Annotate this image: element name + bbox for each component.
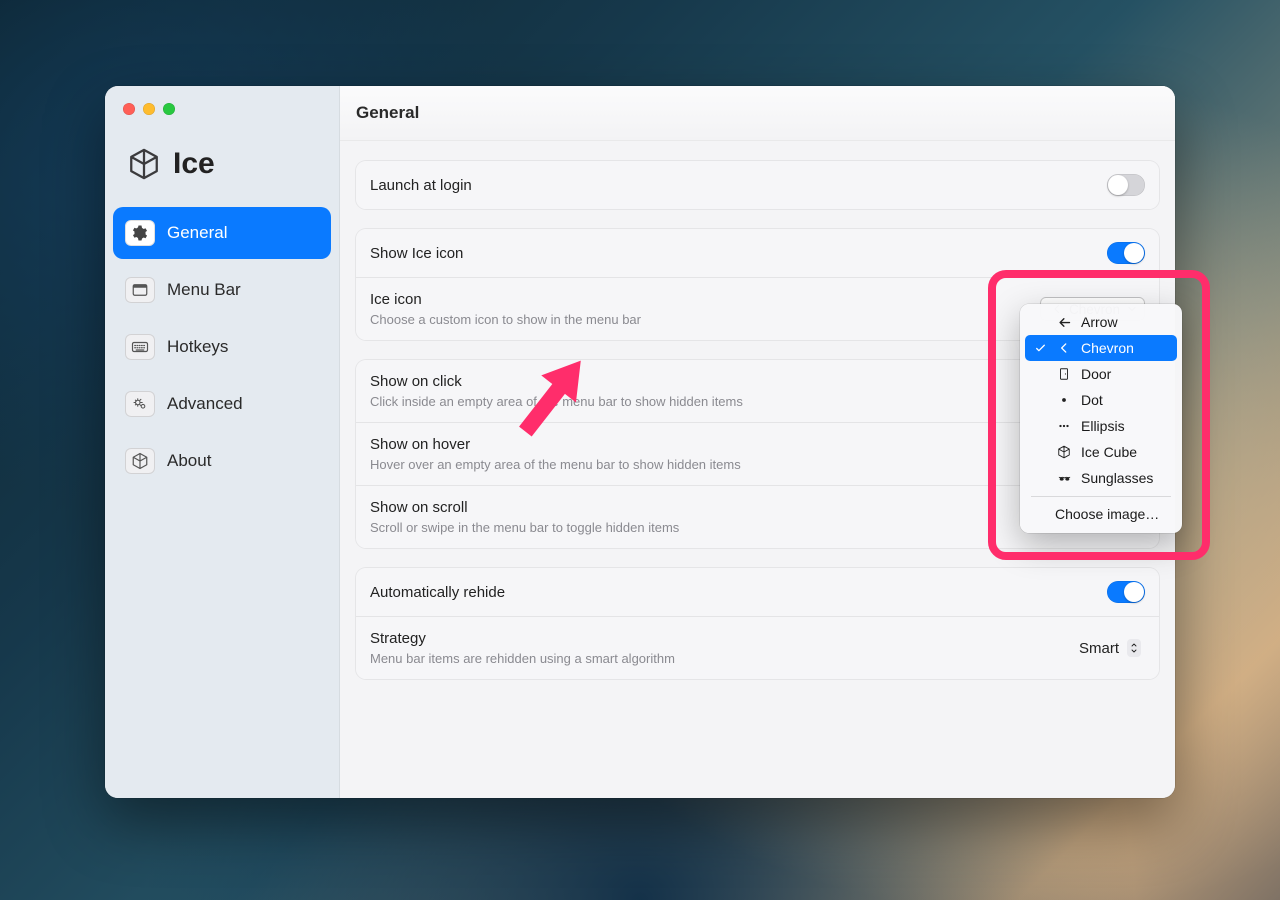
option-label: Door: [1081, 366, 1111, 382]
dropdown-option-ellipsis[interactable]: Ellipsis: [1025, 413, 1177, 439]
sidebar-nav: General Menu Bar Hotkeys Advanced About: [105, 207, 339, 487]
dropdown-option-dot[interactable]: Dot: [1025, 387, 1177, 413]
setting-title: Strategy: [370, 630, 1071, 647]
sidebar-item-menubar[interactable]: Menu Bar: [113, 264, 331, 316]
setting-title: Ice icon: [370, 291, 1040, 308]
dropdown-option-chevron[interactable]: Chevron: [1025, 335, 1177, 361]
option-label: Dot: [1081, 392, 1103, 408]
row-auto-rehide: Automatically rehide: [356, 568, 1159, 616]
setting-title: Launch at login: [370, 177, 1107, 194]
sidebar-item-hotkeys[interactable]: Hotkeys: [113, 321, 331, 373]
arrow-left-icon: [1056, 315, 1072, 330]
dropdown-option-door[interactable]: Door: [1025, 361, 1177, 387]
sidebar-item-label: Advanced: [167, 394, 243, 414]
setting-subtitle: Menu bar items are rehidden using a smar…: [370, 651, 1071, 666]
cube-icon: [125, 448, 155, 474]
option-label: Ellipsis: [1081, 418, 1125, 434]
dropdown-option-ice-cube[interactable]: Ice Cube: [1025, 439, 1177, 465]
option-label: Chevron: [1081, 340, 1134, 356]
toggle-auto-rehide[interactable]: [1107, 581, 1145, 603]
option-label: Arrow: [1081, 314, 1118, 330]
page-title-label: General: [356, 103, 419, 123]
toggle-show-ice-icon[interactable]: [1107, 242, 1145, 264]
toggle-launch-at-login[interactable]: [1107, 174, 1145, 196]
row-strategy: Strategy Menu bar items are rehidden usi…: [356, 616, 1159, 679]
sidebar-item-label: Menu Bar: [167, 280, 241, 300]
sidebar: Ice General Menu Bar Hotkeys Advanced Ab…: [105, 86, 340, 798]
sidebar-item-general[interactable]: General: [113, 207, 331, 259]
strategy-popup[interactable]: Smart: [1071, 637, 1145, 659]
setting-title: Show Ice icon: [370, 245, 1107, 262]
dropdown-separator: [1031, 496, 1171, 497]
door-icon: [1056, 367, 1072, 381]
updown-icon: [1127, 639, 1141, 657]
sidebar-item-about[interactable]: About: [113, 435, 331, 487]
row-launch-at-login: Launch at login: [356, 161, 1159, 209]
popup-value: Smart: [1079, 640, 1119, 657]
group-rehide: Automatically rehide Strategy Menu bar i…: [356, 568, 1159, 679]
dropdown-option-sunglasses[interactable]: Sunglasses: [1025, 465, 1177, 491]
close-window-button[interactable]: [123, 103, 135, 115]
option-label: Sunglasses: [1081, 470, 1153, 486]
dot-icon: [1056, 393, 1072, 407]
gears-icon: [125, 391, 155, 417]
app-title: Ice: [105, 139, 339, 207]
chevron-left-icon: [1056, 341, 1072, 355]
action-label: Choose image…: [1055, 506, 1159, 522]
setting-title: Automatically rehide: [370, 584, 1107, 601]
app-name-label: Ice: [173, 147, 215, 181]
setting-subtitle: Choose a custom icon to show in the menu…: [370, 312, 1040, 327]
gear-icon: [125, 220, 155, 246]
menubar-icon: [125, 277, 155, 303]
sidebar-item-label: General: [167, 223, 227, 243]
window-controls: [105, 100, 339, 139]
cube-icon: [127, 147, 161, 181]
sidebar-item-label: Hotkeys: [167, 337, 228, 357]
row-show-ice-icon: Show Ice icon: [356, 229, 1159, 277]
checkmark-icon: [1033, 342, 1047, 355]
dropdown-choose-image[interactable]: Choose image…: [1025, 502, 1177, 528]
zoom-window-button[interactable]: [163, 103, 175, 115]
ellipsis-icon: [1056, 419, 1072, 433]
preferences-window: Ice General Menu Bar Hotkeys Advanced Ab…: [105, 86, 1175, 798]
page-title: General: [340, 86, 1175, 141]
sidebar-item-label: About: [167, 451, 211, 471]
minimize-window-button[interactable]: [143, 103, 155, 115]
keyboard-icon: [125, 334, 155, 360]
option-label: Ice Cube: [1081, 444, 1137, 460]
ice-icon-dropdown[interactable]: Arrow Chevron Door Dot Ellipsis Ice Cube…: [1020, 304, 1182, 533]
cube-icon: [1056, 445, 1072, 459]
group-launch: Launch at login: [356, 161, 1159, 209]
sunglasses-icon: [1056, 471, 1072, 486]
dropdown-option-arrow[interactable]: Arrow: [1025, 309, 1177, 335]
sidebar-item-advanced[interactable]: Advanced: [113, 378, 331, 430]
